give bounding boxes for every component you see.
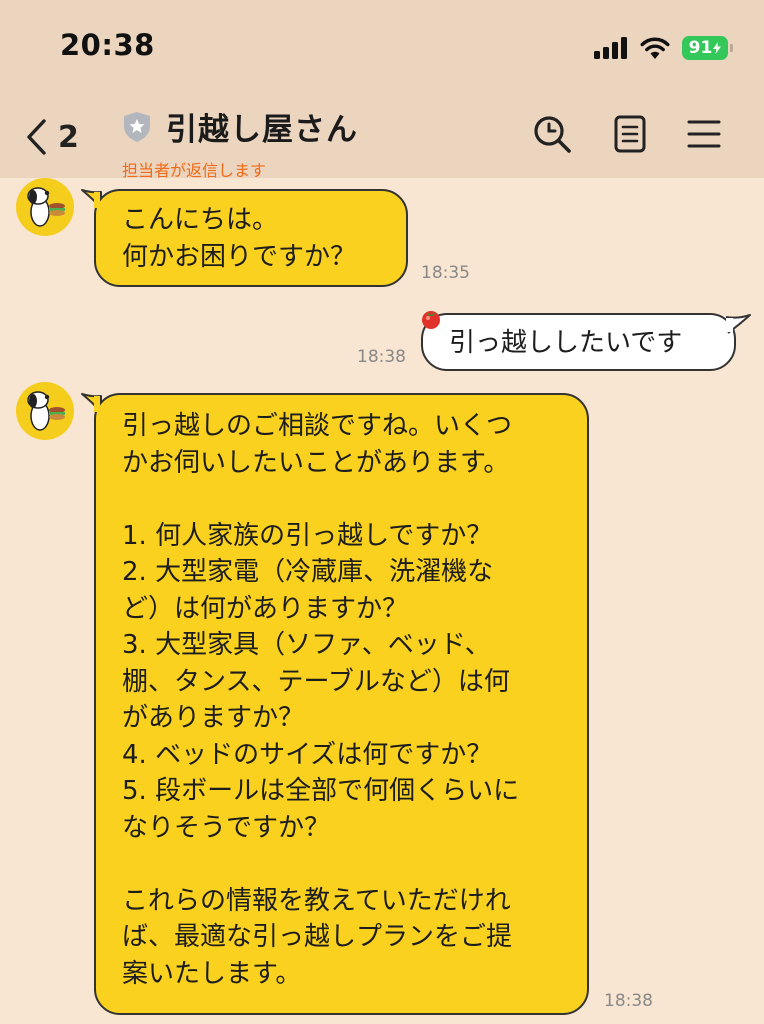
chat-title-area[interactable]: 引越し屋さん 担当者が返信します (122, 104, 358, 181)
signal-icon (594, 37, 627, 59)
message-time: 18:38 (604, 991, 653, 1011)
chat-subtitle: 担当者が返信します (122, 161, 267, 180)
chat-title: 引越し屋さん (166, 112, 358, 148)
search-button[interactable] (530, 112, 574, 156)
bubble-tail (725, 314, 751, 334)
snoopy-avatar-icon (27, 391, 65, 431)
unread-count: 2 (58, 119, 79, 155)
note-icon (614, 115, 646, 153)
chevron-left-icon (27, 119, 46, 155)
message-bubble[interactable]: 引っ越しのご相談ですね。いくつ かお伺いしたいことがあります。 1. 何人家族の… (94, 393, 589, 1015)
menu-icon (687, 120, 721, 148)
notes-button[interactable] (608, 112, 652, 156)
tail-patch (94, 396, 100, 412)
battery-level: 91 (688, 38, 713, 58)
battery-icon: 91 (682, 36, 733, 60)
message-bubble[interactable]: 引っ越ししたいです (421, 313, 736, 371)
tomato-sticker-icon (422, 311, 440, 329)
menu-button[interactable] (682, 112, 726, 156)
wifi-icon (640, 37, 670, 59)
status-icons: 91 (594, 33, 733, 63)
tail-patch (94, 192, 100, 208)
snoopy-avatar-icon (27, 187, 65, 227)
back-button[interactable]: 2 (24, 112, 79, 162)
status-time: 20:38 (60, 28, 155, 62)
avatar[interactable] (16, 382, 74, 440)
shield-star-icon (124, 111, 150, 142)
message-time: 18:38 (357, 347, 406, 367)
avatar[interactable] (16, 178, 74, 236)
search-icon (534, 116, 571, 153)
message-time: 18:35 (421, 263, 470, 283)
message-bubble[interactable]: こんにちは。 何かお困りですか？ (94, 189, 408, 287)
chat-header: 20:38 91 2 引越し屋さん 担当者が返信します (0, 0, 764, 181)
